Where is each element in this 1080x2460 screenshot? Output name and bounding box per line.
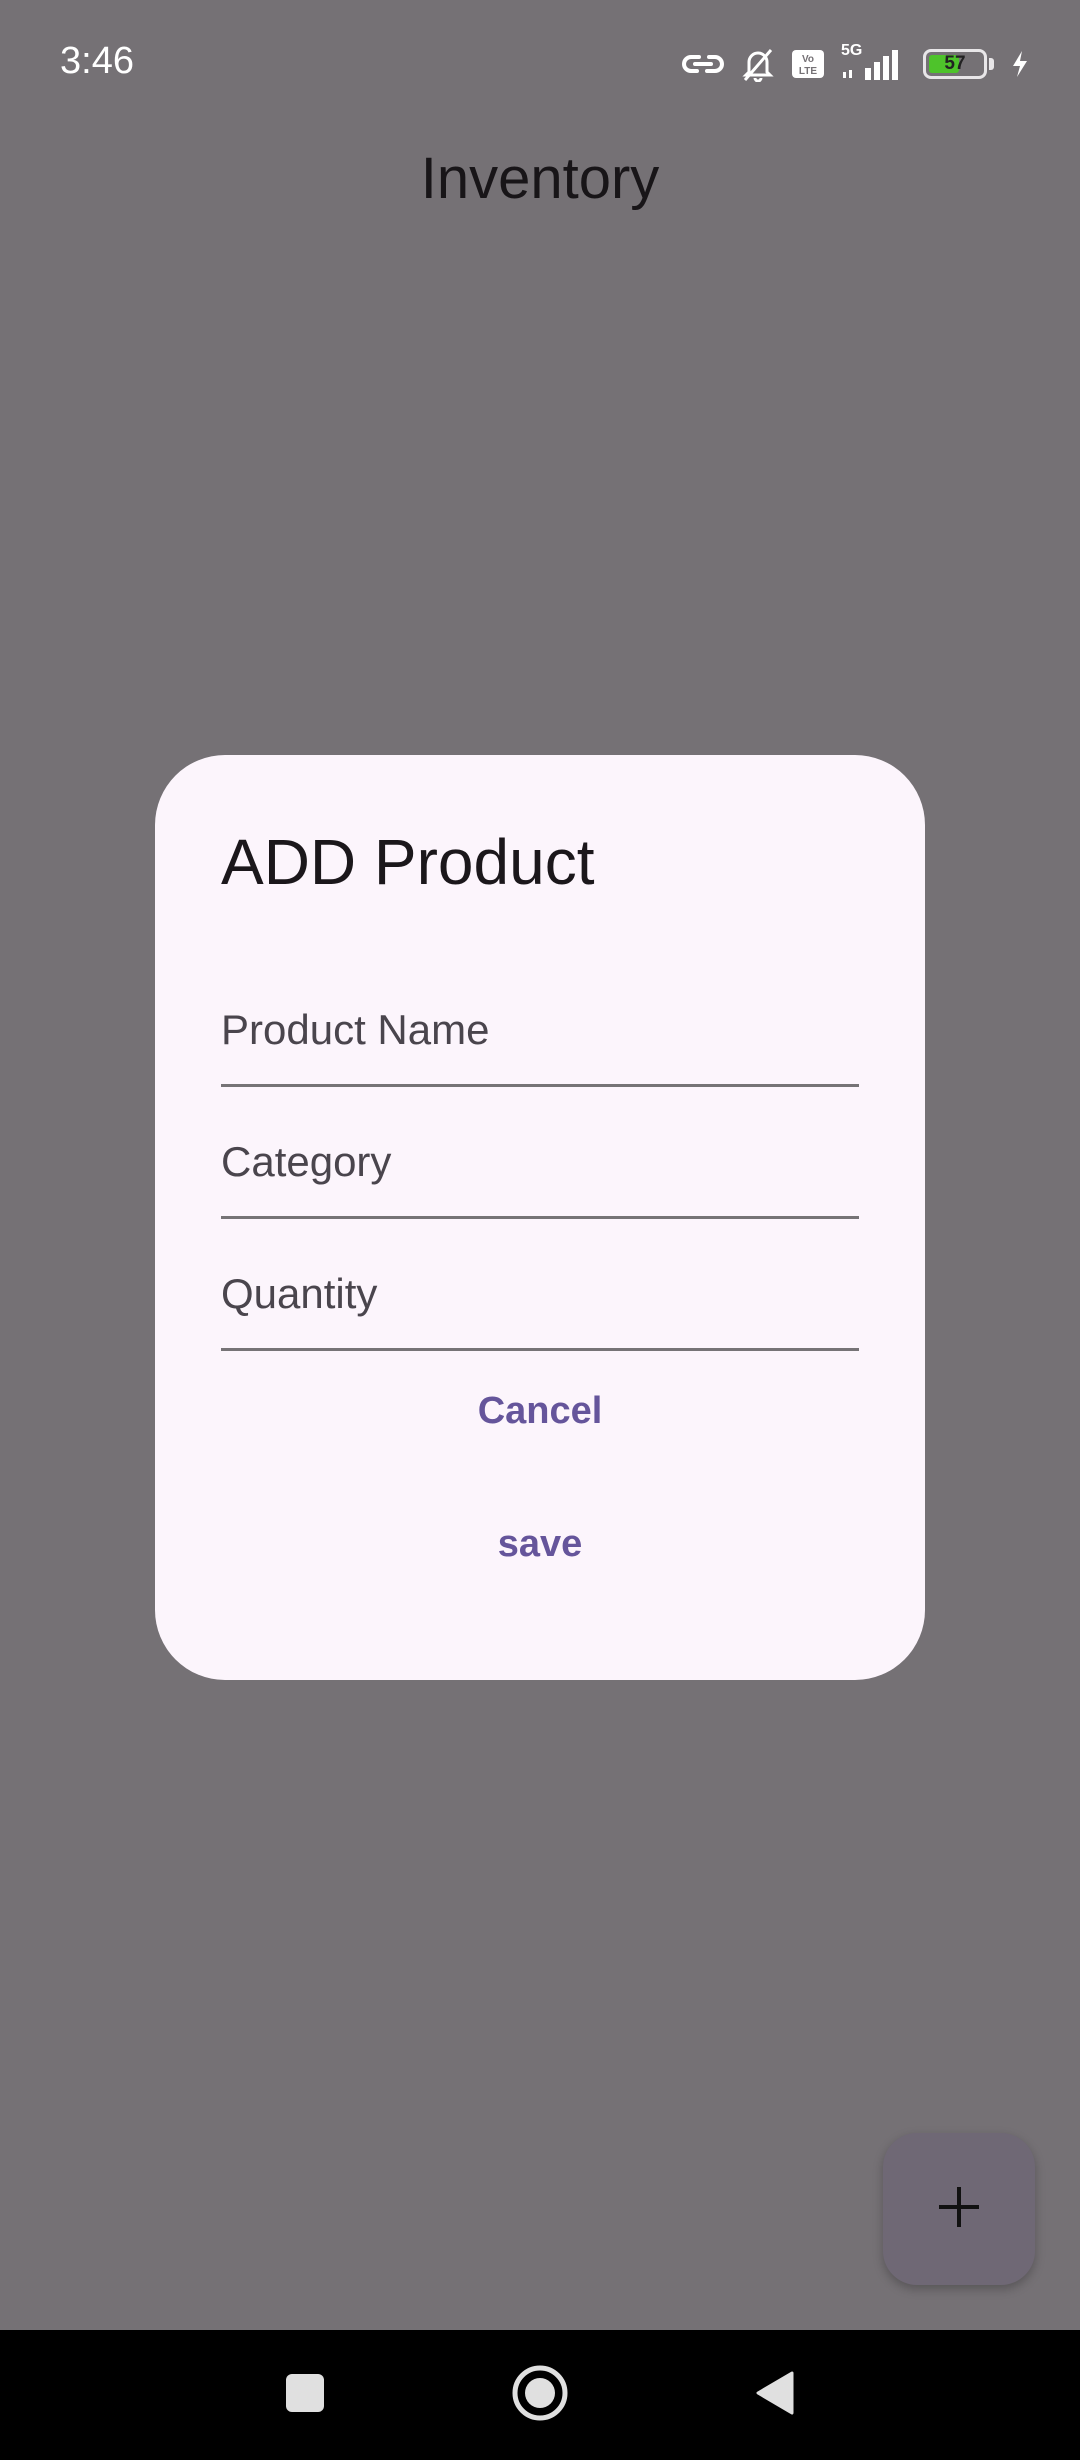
status-bar: 3:46 Vo LTE 5G 57 [0,0,1080,130]
home-button[interactable] [500,2330,580,2460]
plus-icon [937,2185,981,2234]
dialog-title: ADD Product [221,826,595,898]
add-fab[interactable] [883,2133,1035,2285]
svg-text:Vo: Vo [802,54,814,65]
recent-apps-button[interactable] [265,2330,345,2460]
quantity-input[interactable] [221,1270,859,1318]
quantity-field[interactable] [221,1219,859,1351]
save-button[interactable]: save [155,1523,925,1566]
status-time: 3:46 [60,40,134,82]
bell-off-icon [741,46,775,82]
cancel-button[interactable]: Cancel [155,1390,925,1433]
charging-icon [1010,49,1030,79]
svg-text:LTE: LTE [799,66,817,77]
category-input[interactable] [221,1138,859,1186]
status-icons: Vo LTE 5G 57 [681,42,1030,84]
category-field[interactable] [221,1087,859,1219]
app-title: Inventory [420,146,660,211]
back-icon [754,2370,796,2421]
home-icon [511,2364,569,2427]
screen: 3:46 Vo LTE 5G 57 Inventory ADD Product … [0,0,1080,2460]
product-name-input[interactable] [221,1006,859,1054]
volte-icon: Vo LTE [791,49,825,79]
recent-apps-icon [284,2372,326,2419]
battery-tip [989,58,994,70]
battery-body: 57 [923,49,987,79]
signal-icon: 5G [841,42,907,82]
navigation-bar [0,2330,1080,2460]
link-icon [681,49,725,79]
back-button[interactable] [735,2330,815,2460]
battery-level-label: 57 [944,53,966,74]
product-name-field[interactable] [221,955,859,1087]
battery-icon: 57 [923,49,994,79]
